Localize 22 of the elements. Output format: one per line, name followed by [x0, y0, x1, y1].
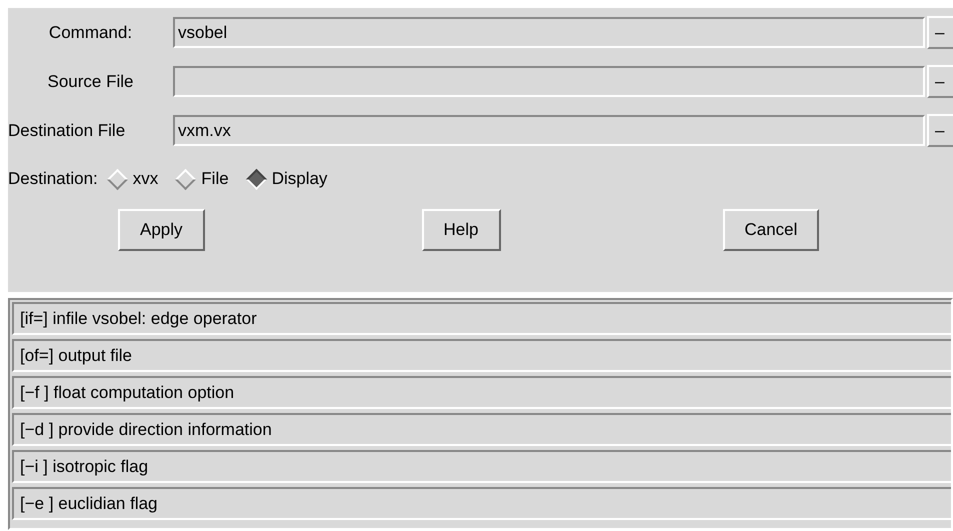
menu-button[interactable]: – — [927, 114, 953, 147]
radio-label[interactable]: Display — [272, 169, 328, 189]
dialog-button[interactable]: Help — [422, 209, 500, 251]
option-item[interactable]: [−i ] isotropic flag — [12, 450, 951, 483]
dialog-button[interactable]: Apply — [118, 209, 205, 251]
option-item[interactable]: [−e ] euclidian flag — [12, 487, 951, 520]
radio-label[interactable]: File — [201, 169, 229, 189]
field-label: Command: — [48, 22, 134, 42]
text-field[interactable] — [173, 66, 925, 97]
option-item[interactable]: [−d ] provide direction information — [12, 413, 951, 446]
option-item[interactable]: [if=] infile vsobel: edge operator — [12, 302, 951, 335]
field-label: Source File — [46, 72, 134, 92]
menu-button[interactable]: – — [927, 16, 953, 49]
radio-label[interactable]: xvx — [132, 169, 158, 189]
destination-label: Destination: — [8, 169, 98, 189]
text-field[interactable]: vsobel — [173, 17, 925, 48]
field-label: Destination File — [8, 120, 126, 140]
menu-button[interactable]: – — [927, 65, 953, 98]
text-field[interactable]: vxm.vx — [173, 115, 925, 146]
option-item[interactable]: [of=] output file — [12, 339, 951, 372]
option-item[interactable]: [−f ] float computation option — [12, 376, 951, 409]
dialog-button[interactable]: Cancel — [722, 209, 820, 251]
